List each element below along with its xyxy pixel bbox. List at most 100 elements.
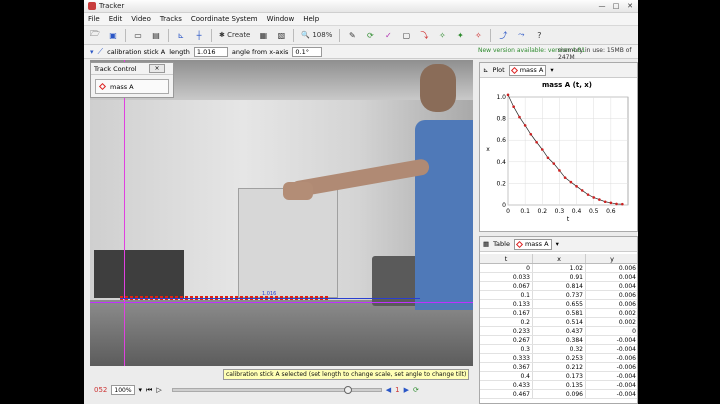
table-row[interactable]: 0.167 0.581 0.002	[480, 309, 637, 318]
table-cell: 0.367	[480, 363, 533, 371]
close-button[interactable]: ✕	[624, 1, 636, 11]
menu-help[interactable]: Help	[303, 15, 319, 23]
menu-edit[interactable]: Edit	[109, 15, 123, 23]
video-view[interactable]: 1.016	[90, 60, 473, 366]
data-point	[523, 124, 527, 127]
table-row[interactable]: 0.033 0.91 0.004	[480, 273, 637, 282]
calibration-track-name[interactable]: calibration stick A	[107, 48, 165, 56]
help-icon[interactable]: ?	[532, 28, 546, 43]
table-cell: 0.002	[586, 309, 637, 317]
x-axis-line[interactable]	[90, 302, 473, 303]
table-row[interactable]: 0.133 0.655 0.006	[480, 300, 637, 309]
zoom-chevron-icon[interactable]: ▾	[139, 386, 143, 394]
frame-slider[interactable]	[171, 386, 382, 394]
position-icon[interactable]: ✦	[453, 28, 467, 43]
menu-coordinate-system[interactable]: Coordinate System	[191, 15, 258, 23]
table-row[interactable]: 0.333 0.253 -0.006	[480, 354, 637, 363]
data-table[interactable]: t x y 0 1.02 0.006 0.033 0.91 0.004 0.067 0.814 0.0…	[480, 254, 637, 399]
menu-file[interactable]: File	[88, 15, 100, 23]
length-field[interactable]: 1.016	[193, 46, 228, 57]
y-tick-label: 0.4	[496, 159, 506, 166]
track-control-icon[interactable]: ▦	[256, 28, 270, 43]
table-row[interactable]: 0.067 0.814 0.004	[480, 282, 637, 291]
chevron-down-icon[interactable]: ▾	[550, 66, 553, 74]
refresh-icon[interactable]: ⟳	[363, 28, 377, 43]
table-row[interactable]: 0.233 0.437 0	[480, 327, 637, 336]
title-bar: Tracker — □ ✕	[84, 0, 638, 13]
table-cell: 0.433	[480, 381, 533, 389]
memory-usage: memory in use: 15MB of 247M	[558, 47, 632, 61]
plot-icon: ⊾	[483, 66, 489, 74]
track-control-mass-a[interactable]: mass A	[95, 79, 169, 94]
autotracker-icon[interactable]: ▧	[274, 28, 288, 43]
table-row[interactable]: 0 1.02 0.006	[480, 264, 637, 273]
maximize-button[interactable]: □	[610, 1, 622, 11]
table-row[interactable]: 0.2 0.514 0.002	[480, 318, 637, 327]
track-control-close-button[interactable]: ×	[149, 64, 165, 73]
fit-icon[interactable]: ▢	[399, 28, 413, 43]
table-cell: 0.32	[533, 345, 586, 353]
column-header[interactable]: t	[480, 254, 533, 263]
save-icon[interactable]: ▣	[106, 28, 120, 43]
frame-number[interactable]: 052	[94, 386, 107, 394]
velocity-icon[interactable]: ✧	[471, 28, 485, 43]
trail-icon[interactable]: ⤵	[417, 28, 431, 43]
tape-icon[interactable]: ┼	[192, 28, 206, 43]
table-row[interactable]: 0.433 0.135 -0.004	[480, 381, 637, 390]
data-point	[580, 189, 584, 192]
menu-video[interactable]: Video	[131, 15, 151, 23]
frame-slider-knob[interactable]	[344, 386, 353, 394]
create-button[interactable]: ✱ Create	[217, 28, 252, 43]
table-cell: 0.267	[480, 336, 533, 344]
y-axis-line[interactable]	[124, 60, 125, 366]
table-track-selector[interactable]: mass A	[513, 238, 552, 250]
label-icon[interactable]: ✧	[435, 28, 449, 43]
zoom-field[interactable]: 100%	[111, 385, 135, 395]
step-back-icon[interactable]: ◀	[386, 386, 391, 394]
go-to-start-icon[interactable]: ⏮	[146, 386, 152, 395]
menu-tracks[interactable]: Tracks	[160, 15, 182, 23]
table-cell: 0.384	[533, 336, 586, 344]
open-folder-icon[interactable]: 🗁	[88, 28, 102, 43]
table-header: ▦ Table mass A ▾	[480, 237, 637, 252]
tracker-window: Tracker — □ ✕ File Edit Video Tracks Coo…	[84, 0, 638, 404]
data-point	[615, 202, 618, 206]
table-panel: ▦ Table mass A ▾ t x y 0 1.02 0.006 0.033 0.91 0…	[479, 236, 638, 404]
video-filter-icon[interactable]: ▤	[149, 28, 163, 43]
minimize-button[interactable]: —	[596, 1, 608, 11]
notes-icon[interactable]: ✎	[345, 28, 359, 43]
data-point	[552, 162, 556, 165]
calibration-stick[interactable]	[120, 298, 420, 299]
table-row[interactable]: 0.467 0.096 -0.004	[480, 390, 637, 399]
table-row[interactable]: 0.4 0.173 -0.004	[480, 372, 637, 381]
plot-tab[interactable]: Plot	[492, 66, 504, 74]
data-point	[535, 140, 538, 144]
plot-chart[interactable]: 0 0.1 0.2 0.3 0.4 0.5 0.6 0 0.2 0.4 0.6 0.8 1.0 t x	[480, 79, 638, 232]
data-point	[512, 105, 515, 109]
marker-icon[interactable]: ✓	[381, 28, 395, 43]
table-row[interactable]: 0.3 0.32 -0.004	[480, 345, 637, 354]
angle-field[interactable]: 0.1°	[292, 46, 323, 57]
column-header[interactable]: x	[533, 254, 586, 263]
table-tab[interactable]: Table	[493, 240, 510, 248]
angle-label: angle from x-axis	[231, 47, 289, 56]
chevron-down-icon[interactable]: ▾	[556, 240, 559, 248]
play-icon[interactable]: ▷	[156, 386, 161, 394]
left-letterbox	[0, 0, 84, 404]
clip-settings-icon[interactable]: ▭	[131, 28, 145, 43]
footprint-icon[interactable]: ⤳	[514, 28, 528, 43]
axes-icon[interactable]: ⊾	[174, 28, 188, 43]
table-row[interactable]: 0.367 0.212 -0.006	[480, 363, 637, 372]
chevron-down-icon[interactable]: ▾	[90, 48, 94, 56]
table-cell: -0.006	[586, 354, 637, 362]
plot-track-selector[interactable]: mass A	[508, 64, 547, 76]
step-size[interactable]: 1	[395, 386, 399, 394]
table-row[interactable]: 0.1 0.737 0.006	[480, 291, 637, 300]
step-forward-icon[interactable]: ▶	[404, 386, 409, 394]
menu-window[interactable]: Window	[267, 15, 295, 23]
zoom-button[interactable]: 🔍 108%	[299, 28, 334, 43]
table-row[interactable]: 0.267 0.384 -0.004	[480, 336, 637, 345]
column-header[interactable]: y	[586, 254, 637, 263]
loop-icon[interactable]: ⟳	[413, 386, 419, 394]
path-icon[interactable]: ⤴	[496, 28, 510, 43]
